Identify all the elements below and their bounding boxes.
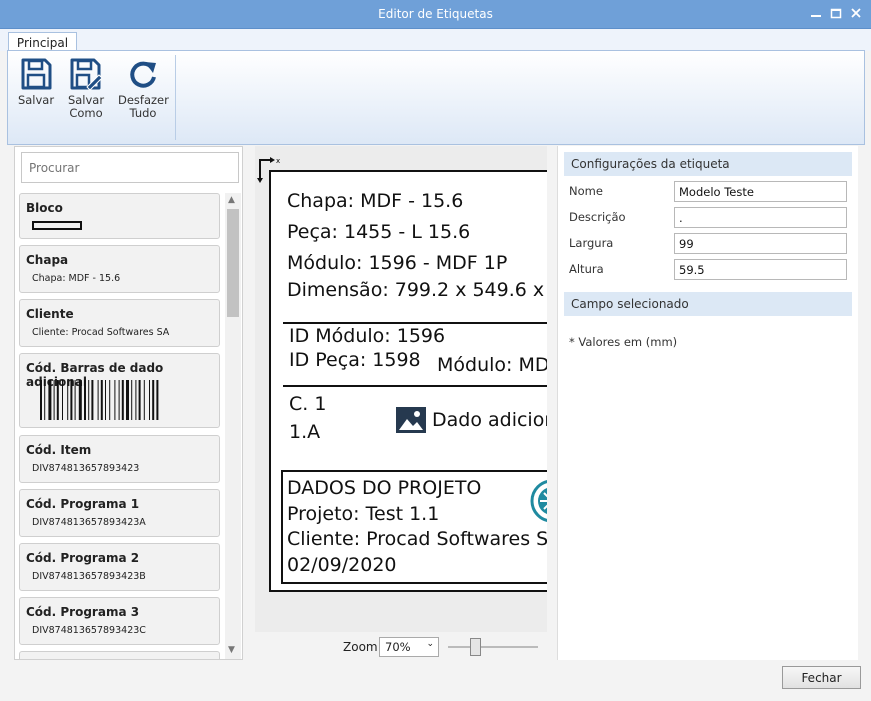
label-data[interactable]: 02/09/2020: [287, 554, 397, 576]
zoom-slider-thumb[interactable]: [470, 638, 481, 656]
list-item-value: DIV874813657893423C: [32, 625, 146, 636]
list-item-value: DIV874813657893423: [32, 463, 140, 474]
list-item-title: Bloco: [26, 201, 63, 215]
label-canvas[interactable]: x y Chapa: MDF - 15.6 Peça: 1455 - L 15.…: [255, 146, 547, 632]
label-modulo-md[interactable]: Módulo: MD: [437, 354, 547, 376]
fields-panel: Bloco Chapa Chapa: MDF - 15.6 Cliente Cl…: [14, 146, 243, 660]
field-label-altura: Altura: [569, 262, 604, 276]
tab-principal[interactable]: Principal: [8, 32, 77, 52]
zoom-select[interactable]: 70% ⌄: [379, 637, 439, 657]
minimize-icon: [811, 15, 821, 17]
zoom-slider-track[interactable]: [448, 646, 538, 648]
list-item-value: DIV874813657893423A: [32, 517, 146, 528]
close-button[interactable]: Fechar: [782, 666, 861, 689]
chevron-down-icon: ⌄: [426, 639, 434, 649]
height-field[interactable]: [674, 259, 847, 280]
list-item-title: Cód. Programa 1: [26, 497, 140, 511]
list-item-title: Cód. Programa 3: [26, 605, 140, 619]
label-dado-adicional[interactable]: Dado adicion: [432, 409, 547, 431]
list-item-value: DIV874813657893423B: [32, 571, 146, 582]
zoom-value: 70%: [385, 640, 411, 654]
title-bar: Editor de Etiquetas: [0, 0, 871, 29]
units-note: * Valores em (mm): [569, 335, 678, 349]
save-as-icon: [70, 58, 103, 91]
label-modulo[interactable]: Módulo: 1596 - MDF 1P: [287, 252, 507, 274]
list-item-cod-programa-3[interactable]: Cód. Programa 3 DIV874813657893423C: [19, 597, 220, 645]
logo-icon: [530, 480, 547, 522]
svg-text:x: x: [276, 157, 280, 165]
list-item-value: Chapa: MDF - 15.6: [32, 273, 121, 284]
scrollbar-thumb[interactable]: [227, 209, 239, 317]
save-label: Salvar: [17, 93, 55, 107]
label-chapa[interactable]: Chapa: MDF - 15.6: [287, 190, 463, 212]
image-icon: [396, 407, 426, 433]
maximize-icon: [830, 8, 842, 19]
list-item-barcode[interactable]: Cód. Barras de dado adicional: [19, 353, 220, 428]
settings-panel: Configurações da etiqueta Nome Descrição…: [557, 146, 858, 660]
name-field[interactable]: [674, 181, 847, 202]
label-preview[interactable]: Chapa: MDF - 15.6 Peça: 1455 - L 15.6 Mó…: [269, 170, 547, 592]
label-dimensao[interactable]: Dimensão: 799.2 x 549.6 x: [287, 279, 544, 301]
list-item-title: Chapa: [26, 253, 69, 267]
field-label-descricao: Descrição: [569, 210, 626, 224]
scroll-up-icon[interactable]: ▲: [228, 195, 235, 205]
label-id-peca[interactable]: ID Peça: 1598: [289, 349, 421, 371]
ribbon-toolbar: Salvar Salvar Como Desfazer Tudo: [7, 50, 865, 145]
undo-icon: [130, 61, 156, 88]
description-field[interactable]: [674, 207, 847, 228]
label-projeto[interactable]: Projeto: Test 1.1: [287, 503, 439, 525]
window-title: Editor de Etiquetas: [378, 7, 493, 21]
label-c1[interactable]: C. 1: [289, 393, 326, 415]
undo-label-2: Tudo: [129, 106, 157, 120]
zoom-label: Zoom: [343, 640, 378, 654]
save-as-button[interactable]: Salvar Como: [66, 57, 106, 120]
list-item-cod-programa-2[interactable]: Cód. Programa 2 DIV874813657893423B: [19, 543, 220, 591]
barcode-icon: [40, 380, 159, 420]
label-projeto-header[interactable]: DADOS DO PROJETO: [287, 477, 481, 499]
width-field[interactable]: [674, 233, 847, 254]
close-window-button[interactable]: [848, 5, 864, 21]
label-peca[interactable]: Peça: 1455 - L 15.6: [287, 221, 470, 243]
label-id-modulo[interactable]: ID Módulo: 1596: [289, 325, 445, 347]
ribbon-separator: [175, 55, 176, 140]
maximize-button[interactable]: [828, 5, 844, 21]
field-label-nome: Nome: [569, 184, 603, 198]
save-button[interactable]: Salvar: [17, 57, 55, 107]
list-item-cliente[interactable]: Cliente Cliente: Procad Softwares SA: [19, 299, 220, 347]
list-item-title: Cód. Programa 2: [26, 551, 140, 565]
list-item-cod-item[interactable]: Cód. Item DIV874813657893423: [19, 435, 220, 483]
label-divider: [283, 322, 547, 324]
list-item-value: Cliente: Procad Softwares SA: [32, 327, 170, 338]
search-input[interactable]: [21, 152, 239, 183]
list-item-cod-programa-1[interactable]: Cód. Programa 1 DIV874813657893423A: [19, 489, 220, 537]
list-scrollbar[interactable]: ▲ ▼: [225, 193, 241, 659]
save-as-label-2: Como: [69, 106, 103, 120]
ribbon-tabstrip: Principal: [0, 29, 871, 52]
label-1a[interactable]: 1.A: [289, 421, 320, 443]
label-cliente[interactable]: Cliente: Procad Softwares S: [287, 528, 547, 550]
minimize-button[interactable]: [808, 5, 824, 21]
close-icon: [851, 8, 861, 18]
list-item-title: Cód. Item: [26, 443, 92, 457]
list-item[interactable]: [19, 651, 220, 659]
list-item-bloco[interactable]: Bloco: [19, 193, 220, 239]
label-divider: [283, 385, 547, 387]
list-item-chapa[interactable]: Chapa Chapa: MDF - 15.6: [19, 245, 220, 293]
list-item-title: Cliente: [26, 307, 74, 321]
block-preview-icon: [32, 221, 82, 230]
field-label-largura: Largura: [569, 236, 614, 250]
undo-all-button[interactable]: Desfazer Tudo: [118, 57, 169, 120]
zoom-controls: Zoom 70% ⌄: [255, 636, 555, 658]
project-block[interactable]: DADOS DO PROJETO Projeto: Test 1.1 Clien…: [281, 470, 547, 584]
settings-header: Configurações da etiqueta: [564, 152, 852, 176]
save-icon: [21, 58, 52, 90]
selected-field-header: Campo selecionado: [564, 292, 852, 316]
scroll-down-icon[interactable]: ▼: [228, 645, 235, 655]
